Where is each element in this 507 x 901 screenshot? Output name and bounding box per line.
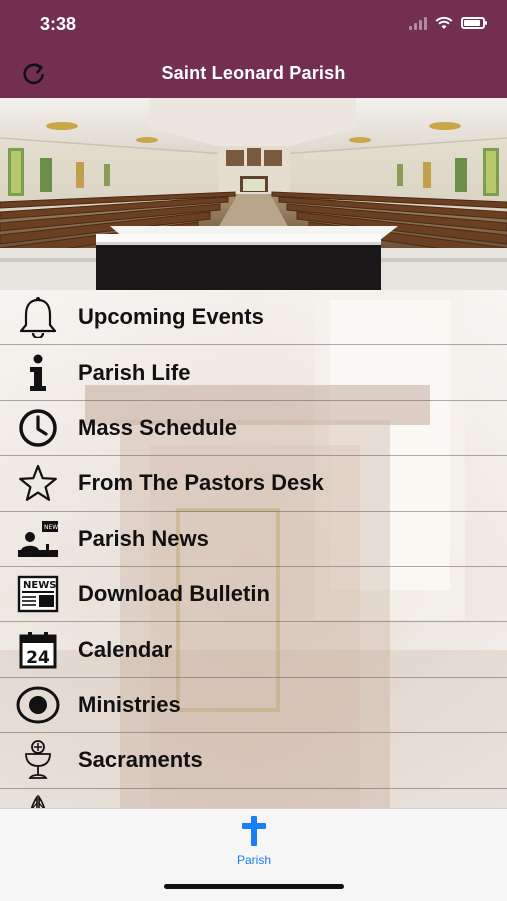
- star-icon: [14, 461, 62, 505]
- menu-item-from-the-pastors-desk[interactable]: From The Pastors Desk: [0, 456, 507, 512]
- status-icons: [409, 16, 487, 30]
- clock-icon: [14, 406, 62, 450]
- cellular-signal-icon: [409, 16, 427, 30]
- calendar-day: 24: [26, 648, 50, 668]
- menu-item-sacraments[interactable]: Sacraments: [0, 733, 507, 789]
- target-icon: [14, 683, 62, 727]
- menu-item-mass-schedule[interactable]: Mass Schedule: [0, 400, 507, 457]
- menu-item-download-bulletin[interactable]: NEWS Download Bulletin: [0, 566, 507, 623]
- newspaper-icon: NEWS: [14, 572, 62, 616]
- menu-item-upcoming-events[interactable]: Upcoming Events: [0, 290, 507, 346]
- menu-item-label: Download Bulletin: [78, 581, 270, 607]
- tab-parish[interactable]: Parish: [224, 815, 284, 867]
- battery-icon: [461, 17, 487, 29]
- menu-item-label: Mass Schedule: [78, 414, 237, 440]
- page-title: Saint Leonard Parish: [161, 63, 346, 83]
- menu-item-label: From The Pastors Desk: [78, 470, 324, 496]
- menu-item-calendar[interactable]: 24 Calendar: [0, 622, 507, 678]
- menu-item-label: Parish News: [78, 525, 209, 551]
- chalice-icon: [14, 738, 62, 782]
- menu-item-parish-news[interactable]: NEWS Parish News: [0, 511, 507, 567]
- main-menu: Upcoming Events Parish Life Mass Schedul…: [0, 290, 507, 808]
- status-time: 3:38: [40, 14, 77, 34]
- menu-item-label: Calendar: [78, 636, 173, 662]
- svg-text:NEWS: NEWS: [44, 524, 60, 531]
- church-interior-image: [0, 98, 507, 290]
- cross-icon: [242, 816, 266, 846]
- menu-item-ministries[interactable]: Ministries: [0, 677, 507, 734]
- menu-item-label: Sacraments: [78, 747, 203, 773]
- menu-list: Upcoming Events Parish Life Mass Schedul…: [0, 290, 507, 808]
- wifi-icon: [435, 16, 453, 29]
- bell-icon: [14, 295, 62, 339]
- menu-item-label: Parish Life: [78, 359, 191, 385]
- news-anchor-icon: NEWS: [14, 517, 62, 561]
- menu-item-label: Upcoming Events: [78, 304, 264, 330]
- newspaper-icon-text: NEWS: [23, 580, 56, 591]
- praying-hands-icon: [14, 794, 62, 808]
- home-indicator[interactable]: [164, 884, 344, 889]
- info-icon: [14, 351, 62, 395]
- calendar-icon: 24: [14, 628, 62, 672]
- menu-item-label: Ministries: [78, 691, 181, 717]
- menu-item-prayer[interactable]: [0, 788, 507, 808]
- app-header: 3:38 Saint Leonard Parish: [0, 0, 507, 98]
- tab-label: Parish: [236, 853, 271, 867]
- menu-item-parish-life[interactable]: Parish Life: [0, 345, 507, 401]
